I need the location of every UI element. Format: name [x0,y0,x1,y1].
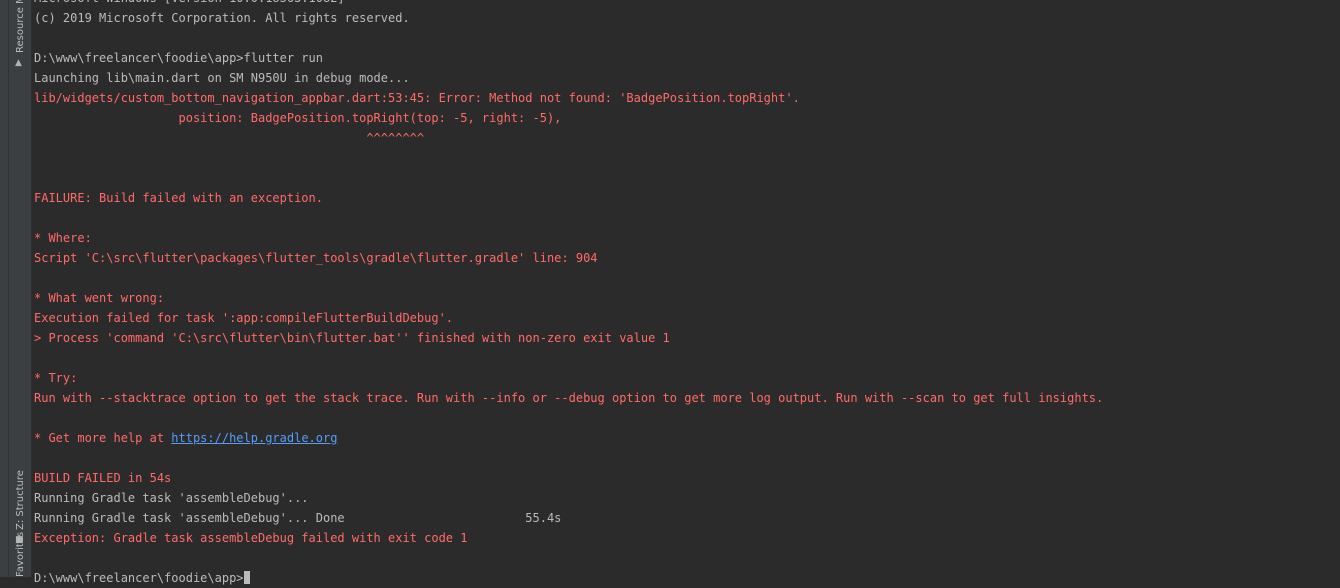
left-edge-strip [0,0,9,577]
terminal-line: Execution failed for task ':app:compileF… [34,308,1334,328]
terminal-line: Script 'C:\src\flutter\packages\flutter_… [34,248,1334,268]
terminal-line: D:\www\freelancer\foodie\app>flutter run [34,48,1334,68]
terminal-line-text: Exception: Gradle task assembleDebug fai… [34,531,468,545]
terminal-line-text: lib/widgets/custom_bottom_navigation_app… [34,91,800,105]
resource-manager-tab-label: Resource Manager [15,0,26,53]
resource-manager-tab[interactable]: Resource Manager ▲ [9,0,31,72]
favorites-tab[interactable]: Favorites [9,532,31,577]
terminal-line-text: Execution failed for task ':app:compileF… [34,311,454,325]
terminal-line-text: FAILURE: Build failed with an exception. [34,191,323,205]
terminal-line-text: > Process 'command 'C:\src\flutter\bin\f… [34,331,670,345]
text-cursor [243,571,250,584]
terminal-line-text: Script 'C:\src\flutter\packages\flutter_… [34,251,598,265]
terminal-line-text: Microsoft Windows [Version 10.0.18363.10… [34,0,345,5]
terminal-line: * Get more help at https://help.gradle.o… [34,428,1334,448]
resource-manager-icon: ▲ [15,58,22,68]
terminal-line: Launching lib\main.dart on SM N950U in d… [34,68,1334,88]
terminal-line: Running Gradle task 'assembleDebug'... [34,488,1334,508]
terminal-line-text: position: BadgePosition.topRight(top: -5… [34,111,562,125]
gradle-help-link[interactable]: https://help.gradle.org [171,431,337,445]
terminal-line: BUILD FAILED in 54s [34,468,1334,488]
terminal-line: Running Gradle task 'assembleDebug'... D… [34,508,1334,528]
favorites-tab-label: Favorites [15,531,26,577]
terminal-line: lib/widgets/custom_bottom_navigation_app… [34,88,1334,108]
terminal-line: Microsoft Windows [Version 10.0.18363.10… [34,0,1334,8]
terminal-line-text: Running Gradle task 'assembleDebug'... D… [34,511,562,525]
terminal-line-text: * Get more help at [34,431,172,445]
terminal-line: ^^^^^^^^ [34,128,1334,148]
terminal-line-text: * What went wrong: [34,291,165,305]
terminal-line-text: Run with --stacktrace option to get the … [34,391,1104,405]
tool-window-strip: Resource Manager ▲ Z: Structure ■ Favori… [9,0,32,577]
terminal-prompt-line: D:\www\freelancer\foodie\app> [34,568,1334,588]
terminal-line-text: BUILD FAILED in 54s [34,471,172,485]
terminal-line: (c) 2019 Microsoft Corporation. All righ… [34,8,1334,28]
terminal-line: FAILURE: Build failed with an exception. [34,188,1334,208]
terminal-line-text: * Where: [34,231,92,245]
terminal-line-text: Running Gradle task 'assembleDebug'... [34,491,309,505]
terminal-line-text: (c) 2019 Microsoft Corporation. All righ… [34,11,410,25]
terminal-line: > Process 'command 'C:\src\flutter\bin\f… [34,328,1334,348]
terminal-line: position: BadgePosition.topRight(top: -5… [34,108,1334,128]
terminal-line-text: D:\www\freelancer\foodie\app>flutter run [34,51,323,65]
terminal-output[interactable]: Microsoft Windows [Version 10.0.18363.10… [34,0,1334,588]
terminal-line-text: ^^^^^^^^ [34,131,425,145]
structure-tab-label: Z: Structure [15,470,26,530]
terminal-line: Exception: Gradle task assembleDebug fai… [34,528,1334,548]
terminal-line: * Try: [34,368,1334,388]
terminal-line-text: Launching lib\main.dart on SM N950U in d… [34,71,410,85]
terminal-line: Run with --stacktrace option to get the … [34,388,1334,408]
terminal-line: * Where: [34,228,1334,248]
terminal-line-text: * Try: [34,371,78,385]
terminal-line: * What went wrong: [34,288,1334,308]
terminal-line-text: D:\www\freelancer\foodie\app> [34,571,244,585]
